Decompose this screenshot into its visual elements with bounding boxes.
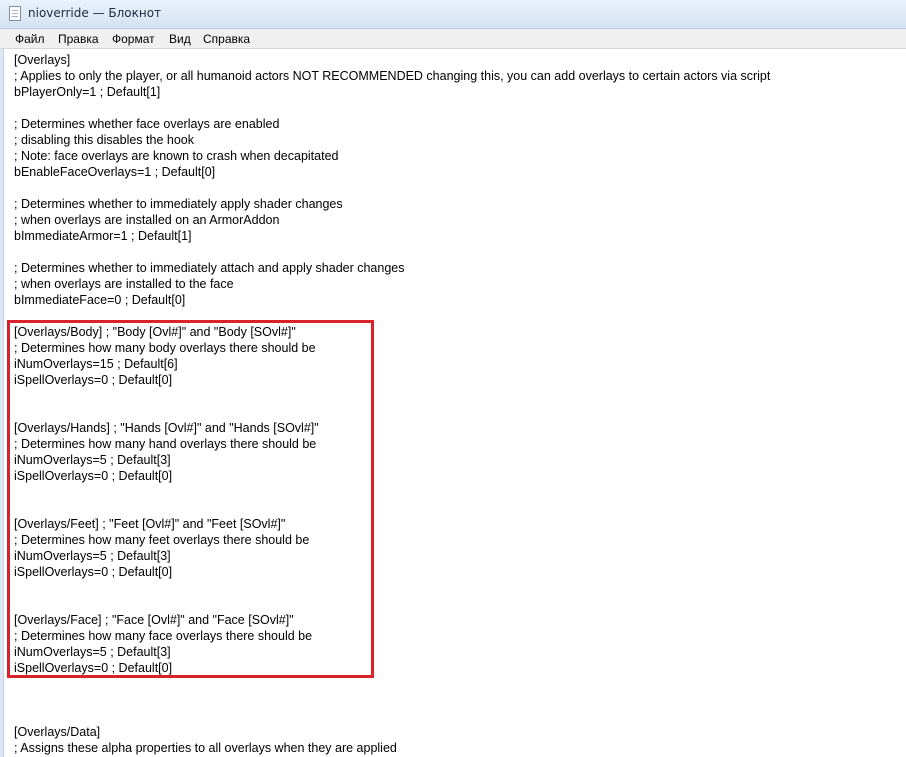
text-line: ; Note: face overlays are known to crash… xyxy=(14,149,339,163)
menu-format[interactable]: Формат xyxy=(112,32,155,46)
text-line: bImmediateFace=0 ; Default[0] xyxy=(14,293,186,307)
text-line xyxy=(14,484,770,500)
text-line: bPlayerOnly=1 ; Default[1] xyxy=(14,85,161,99)
text-line xyxy=(14,100,770,116)
menu-bar: Файл Правка Формат Вид Справка xyxy=(0,29,906,49)
text-line: iSpellOverlays=0 ; Default[0] xyxy=(14,373,173,387)
text-line: bEnableFaceOverlays=1 ; Default[0] xyxy=(14,165,216,179)
text-line: ; Determines how many body overlays ther… xyxy=(14,341,316,355)
text-line xyxy=(14,244,770,260)
text-line: ; Determines how many face overlays ther… xyxy=(14,629,313,643)
text-line: iSpellOverlays=0 ; Default[0] xyxy=(14,469,173,483)
text-line: iNumOverlays=5 ; Default[3] xyxy=(14,549,171,563)
text-line xyxy=(14,596,770,612)
text-line: [Overlays/Feet] ; "Feet [Ovl#]" and "Fee… xyxy=(14,517,286,531)
menu-file[interactable]: Файл xyxy=(15,32,45,46)
text-line: [Overlays/Face] ; "Face [Ovl#]" and "Fac… xyxy=(14,613,294,627)
text-line xyxy=(14,404,770,420)
notepad-window: nioverride — Блокнот Файл Правка Формат … xyxy=(0,0,906,757)
notepad-icon xyxy=(9,6,21,21)
text-line: iSpellOverlays=0 ; Default[0] xyxy=(14,661,173,675)
text-line xyxy=(14,676,770,692)
text-line: bImmediateArmor=1 ; Default[1] xyxy=(14,229,192,243)
text-line xyxy=(14,500,770,516)
text-line: iNumOverlays=15 ; Default[6] xyxy=(14,357,178,371)
title-bar[interactable]: nioverride — Блокнот xyxy=(0,0,906,29)
text-line: ; Determines whether face overlays are e… xyxy=(14,117,280,131)
text-line: ; Assigns these alpha properties to all … xyxy=(14,741,397,755)
text-line xyxy=(14,388,770,404)
text-line: iNumOverlays=5 ; Default[3] xyxy=(14,453,171,467)
menu-help[interactable]: Справка xyxy=(203,32,250,46)
text-line: ; disabling this disables the hook xyxy=(14,133,194,147)
text-editor[interactable]: [Overlays] ; Applies to only the player, … xyxy=(3,49,906,757)
text-line: ; Determines how many feet overlays ther… xyxy=(14,533,310,547)
text-line: ; when overlays are installed to the fac… xyxy=(14,277,234,291)
text-line xyxy=(14,180,770,196)
text-lines: [Overlays] ; Applies to only the player, … xyxy=(14,52,770,756)
text-line: [Overlays/Hands] ; "Hands [Ovl#]" and "H… xyxy=(14,421,319,435)
text-line xyxy=(14,692,770,708)
text-line xyxy=(14,580,770,596)
menu-edit[interactable]: Правка xyxy=(58,32,99,46)
text-line: ; Applies to only the player, or all hum… xyxy=(14,69,771,83)
text-line: ; Determines whether to immediately appl… xyxy=(14,197,343,211)
text-line xyxy=(14,708,770,724)
text-line: ; when overlays are installed on an Armo… xyxy=(14,213,280,227)
text-line: iSpellOverlays=0 ; Default[0] xyxy=(14,565,173,579)
text-line: iNumOverlays=5 ; Default[3] xyxy=(14,645,171,659)
text-line: [Overlays] xyxy=(14,53,71,67)
text-line: [Overlays/Data] xyxy=(14,725,101,739)
text-line: [Overlays/Body] ; "Body [Ovl#]" and "Bod… xyxy=(14,325,296,339)
text-line: ; Determines whether to immediately atta… xyxy=(14,261,405,275)
text-line: ; Determines how many hand overlays ther… xyxy=(14,437,317,451)
menu-view[interactable]: Вид xyxy=(169,32,191,46)
text-line xyxy=(14,308,770,324)
window-title: nioverride — Блокнот xyxy=(28,6,162,20)
